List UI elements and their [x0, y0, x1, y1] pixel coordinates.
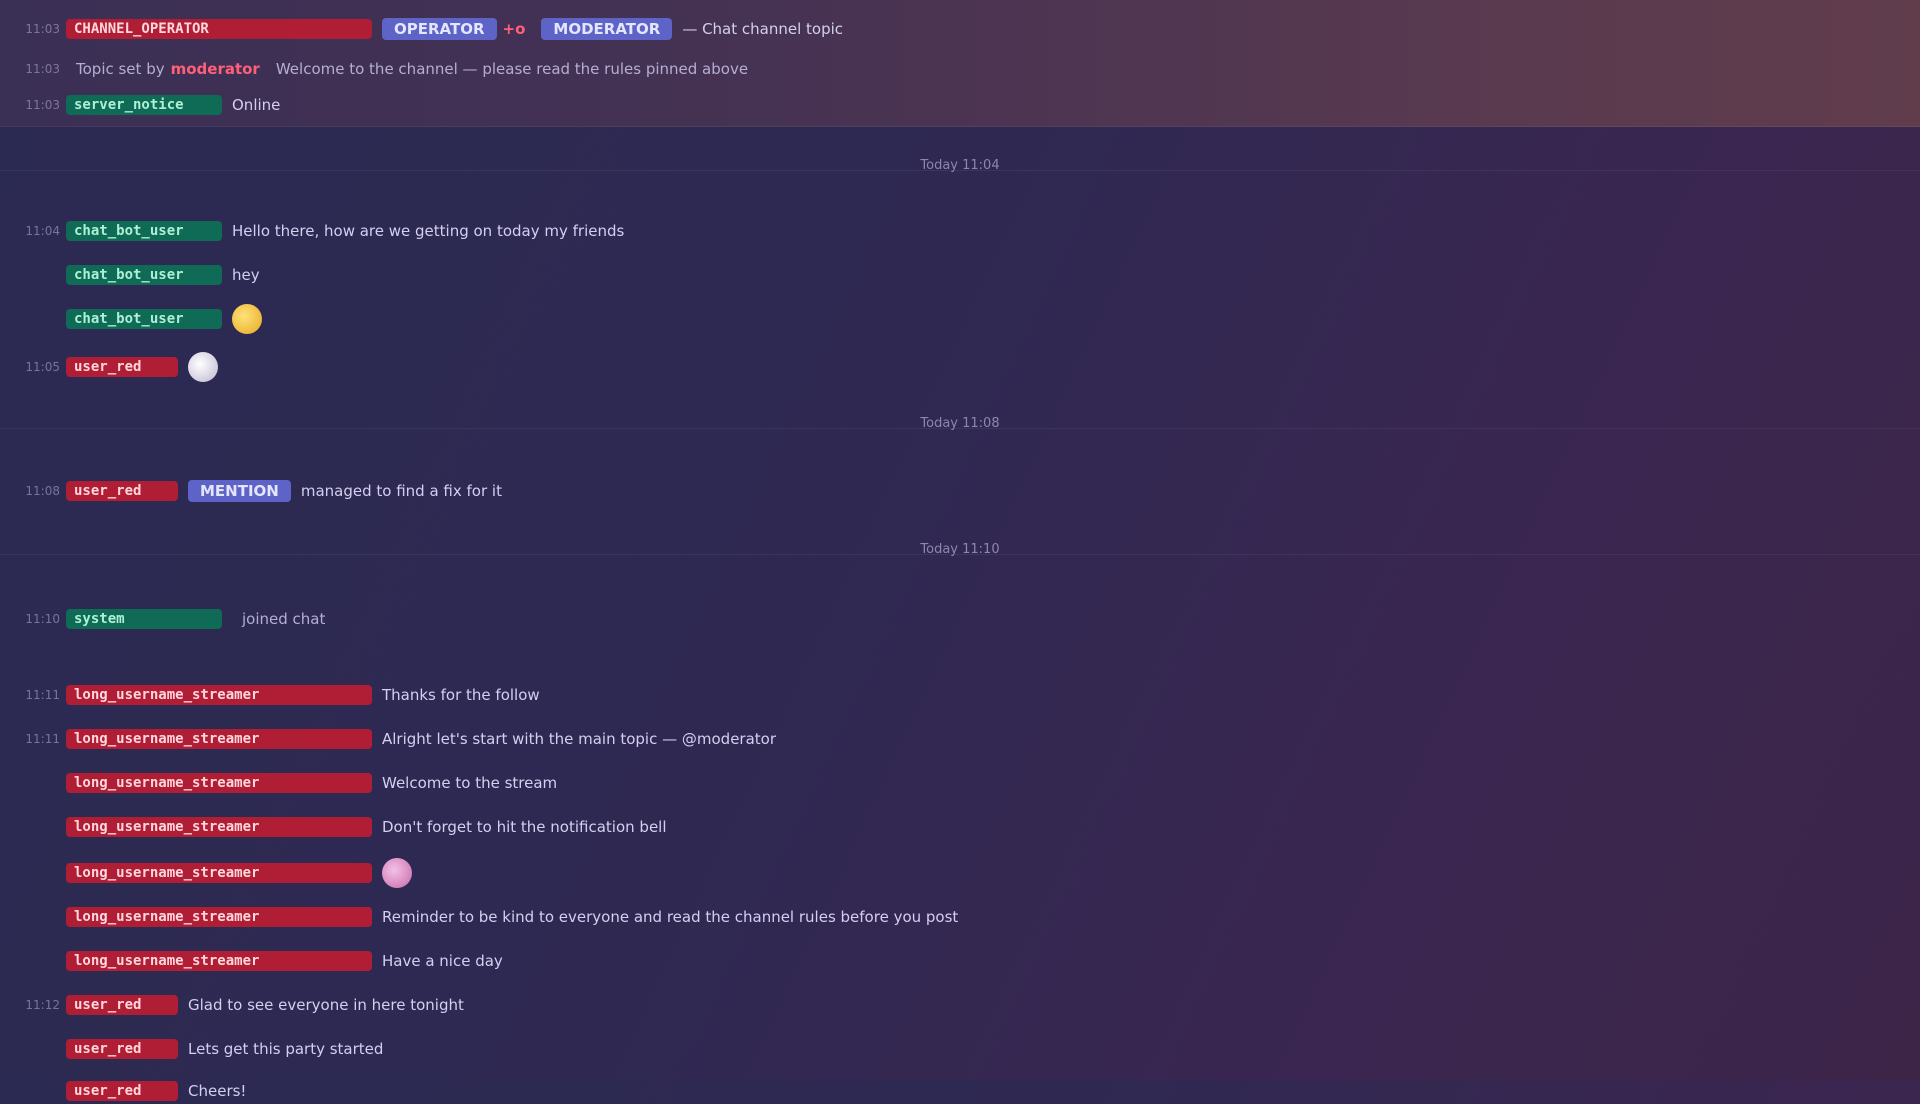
username[interactable]: chat_bot_user [66, 265, 222, 285]
message-row: 11:04 chat_bot_user Hello there, how are w… [0, 218, 624, 244]
channel-header: 11:03 CHANNEL_OPERATOR OPERATOR +o MODER… [0, 0, 1920, 127]
message-row: long_username_streamer Reminder to be kin… [0, 904, 958, 930]
username[interactable]: long_username_streamer [66, 951, 372, 971]
mode-icon: +o [502, 20, 526, 38]
message-row: long_username_streamer [0, 858, 412, 888]
emoji-icon [382, 858, 412, 888]
message-row: 11:11 long_username_streamer Thanks for th… [0, 682, 540, 708]
message-text: Thanks for the follow [382, 686, 540, 704]
message-row: user_red Cheers! [0, 1078, 246, 1104]
message-row: user_red Lets get this party started [0, 1036, 383, 1062]
timestamp: 11:11 [25, 688, 60, 702]
message-row: long_username_streamer Welcome to the str… [0, 770, 557, 796]
timestamp: 11:03 [25, 22, 60, 36]
username[interactable]: long_username_streamer [66, 729, 372, 749]
server-notice-user[interactable]: server_notice [66, 95, 222, 115]
username[interactable]: chat_bot_user [66, 309, 222, 329]
header-text: — Chat channel topic [682, 20, 844, 38]
message-text: hey [232, 266, 260, 284]
message-row: 11:10 system joined chat [0, 606, 325, 632]
timestamp: 11:10 [25, 612, 60, 626]
timestamp: 11:03 [25, 98, 60, 112]
message-row: 11:08 user_red MENTION managed to find a fi… [0, 478, 502, 504]
date-divider: Today 11:08 [920, 416, 1000, 431]
message-row: 11:11 long_username_streamer Alright let's… [0, 726, 776, 752]
message-row: 11:12 user_red Glad to see everyone in her… [0, 992, 464, 1018]
topic-setter[interactable]: moderator [171, 60, 260, 78]
message-row: 11:05 user_red [0, 352, 218, 382]
message-text: Reminder to be kind to everyone and read… [382, 908, 959, 926]
message-row: chat_bot_user hey [0, 262, 260, 288]
username[interactable]: long_username_streamer [66, 907, 372, 927]
join-note: joined chat [242, 610, 326, 628]
header-line-2: 11:03 Topic set by moderator Welcome to … [0, 56, 748, 82]
timestamp: 11:11 [25, 732, 60, 746]
username[interactable]: long_username_streamer [66, 863, 372, 883]
emoji-icon [232, 304, 262, 334]
username[interactable]: chat_bot_user [66, 221, 222, 241]
message-text: managed to find a fix for it [300, 482, 502, 500]
message-row: long_username_streamer Have a nice day [0, 948, 503, 974]
message-text: Welcome to the stream [382, 774, 558, 792]
username[interactable]: long_username_streamer [66, 817, 372, 837]
username[interactable]: long_username_streamer [66, 685, 372, 705]
status-text: Online [232, 96, 281, 114]
username[interactable]: user_red [66, 357, 178, 377]
message-text: Glad to see everyone in here tonight [188, 996, 464, 1014]
username[interactable]: system [66, 609, 222, 629]
operator-badge: OPERATOR [382, 18, 497, 40]
date-divider: Today 11:04 [920, 158, 1000, 173]
timestamp: 11:05 [25, 360, 60, 374]
mention-chip[interactable]: MENTION [188, 480, 291, 502]
message-text: Don't forget to hit the notification bel… [382, 818, 667, 836]
username[interactable]: user_red [66, 995, 178, 1015]
header-line-3: 11:03 server_notice Online [0, 92, 280, 118]
topic-label: Topic set by [76, 60, 165, 78]
username[interactable]: user_red [66, 1081, 178, 1101]
message-text: Lets get this party started [188, 1040, 384, 1058]
topic-text: Welcome to the channel — please read the… [275, 60, 749, 78]
message-text: Hello there, how are we getting on today… [232, 222, 625, 240]
username[interactable]: CHANNEL_OPERATOR [66, 19, 372, 39]
message-text: Alright let's start with the main topic … [382, 730, 777, 748]
message-text: Cheers! [188, 1082, 247, 1100]
timestamp: 11:03 [25, 62, 60, 76]
emoji-icon [188, 352, 218, 382]
username[interactable]: user_red [66, 481, 178, 501]
message-text: Have a nice day [382, 952, 503, 970]
moderator-badge: MODERATOR [541, 18, 673, 40]
header-line-1: 11:03 CHANNEL_OPERATOR OPERATOR +o MODER… [0, 16, 843, 42]
username[interactable]: long_username_streamer [66, 773, 372, 793]
timestamp: 11:04 [25, 224, 60, 238]
username[interactable]: user_red [66, 1039, 178, 1059]
message-row: chat_bot_user [0, 304, 262, 334]
message-row: long_username_streamer Don't forget to hi… [0, 814, 667, 840]
timestamp: 11:08 [25, 484, 60, 498]
timestamp: 11:12 [25, 998, 60, 1012]
date-divider: Today 11:10 [920, 542, 1000, 557]
